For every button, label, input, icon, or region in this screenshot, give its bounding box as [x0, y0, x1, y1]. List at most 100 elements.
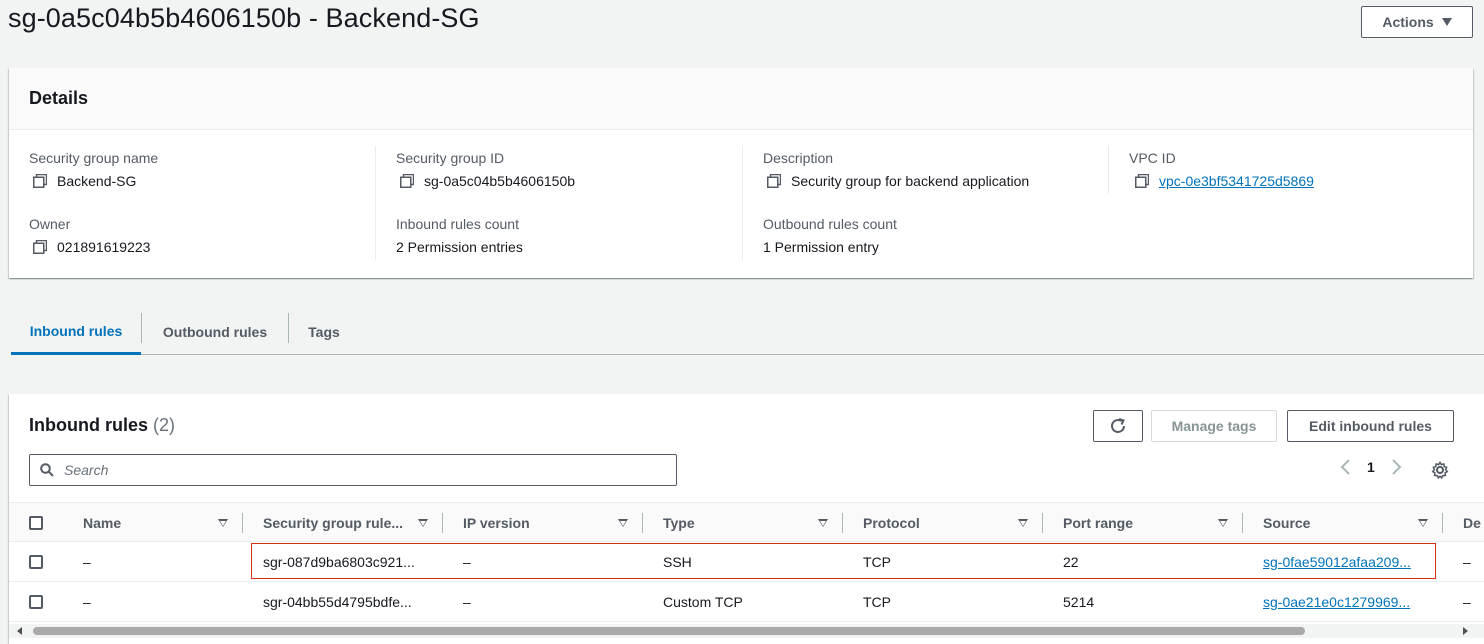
tab-tags[interactable]: Tags — [289, 309, 359, 355]
cell-ip-version: – — [463, 554, 471, 570]
column-header-port-range[interactable]: Port range — [1063, 503, 1133, 543]
sort-icon[interactable] — [618, 519, 628, 527]
page-number[interactable]: 1 — [1367, 459, 1375, 475]
actions-button[interactable]: Actions — [1361, 6, 1473, 38]
tab-inbound-rules[interactable]: Inbound rules — [11, 309, 141, 355]
cell-name: – — [83, 554, 91, 570]
sort-icon[interactable] — [818, 519, 828, 527]
cell-source: sg-0ae21e0c1279969... — [1263, 582, 1410, 622]
field-description: Description Security group for backend a… — [763, 150, 1029, 189]
field-owner: Owner 021891619223 — [29, 216, 150, 255]
vpc-id-link[interactable]: vpc-0e3bf5341725d5869 — [1159, 173, 1314, 189]
source-link[interactable]: sg-0ae21e0c1279969... — [1263, 594, 1410, 610]
column-header-type[interactable]: Type — [663, 503, 695, 543]
actions-label: Actions — [1382, 14, 1434, 30]
row-checkbox[interactable] — [29, 555, 43, 569]
copy-icon[interactable] — [33, 240, 47, 254]
tab-outbound-rules[interactable]: Outbound rules — [142, 309, 288, 355]
cell-description: – — [1463, 554, 1471, 570]
page-title: sg-0a5c04b5b4606150b - Backend-SG — [8, 3, 480, 33]
search-bar — [29, 454, 677, 486]
cell-protocol: TCP — [863, 554, 891, 570]
copy-icon[interactable] — [33, 174, 47, 188]
field-label: Security group ID — [396, 150, 505, 166]
cell-rule-id: sgr-04bb55d4795bdfe... — [263, 594, 412, 610]
column-header-rule-id[interactable]: Security group rule... — [263, 503, 403, 543]
cell-type: Custom TCP — [663, 594, 743, 610]
copy-icon[interactable] — [400, 174, 414, 188]
sort-icon[interactable] — [1018, 519, 1028, 527]
search-input[interactable] — [64, 462, 654, 478]
column-header-protocol[interactable]: Protocol — [863, 503, 920, 543]
field-label: VPC ID — [1129, 150, 1176, 166]
field-outbound-rules-count: Outbound rules count 1 Permission entry — [763, 216, 897, 255]
field-security-group-name: Security group name Backend-SG — [29, 150, 158, 189]
copy-icon[interactable] — [1135, 174, 1149, 188]
field-label: Security group name — [29, 150, 159, 166]
column-header-description[interactable]: De — [1463, 503, 1481, 543]
copy-icon[interactable] — [767, 174, 781, 188]
description-value: Security group for backend application — [791, 173, 1030, 189]
outbound-rules-count-value: 1 Permission entry — [763, 239, 879, 255]
gear-icon[interactable] — [1431, 461, 1449, 479]
details-panel: Details Security group name Backend-SG O… — [9, 68, 1473, 278]
details-column-3: Description Security group for backend a… — [742, 146, 1102, 260]
horizontal-scrollbar[interactable] — [9, 624, 1484, 638]
sort-icon[interactable] — [1218, 519, 1228, 527]
column-header-ip-version[interactable]: IP version — [463, 503, 530, 543]
scrollbar-thumb[interactable] — [33, 627, 1305, 635]
table-header: Name Security group rule... IP version T… — [9, 502, 1484, 542]
cell-description: – — [1463, 594, 1471, 610]
cell-protocol: TCP — [863, 594, 891, 610]
chevron-right-icon[interactable] — [1389, 458, 1403, 476]
security-group-id-value: sg-0a5c04b5b4606150b — [424, 173, 576, 189]
cell-rule-id: sgr-087d9ba6803c921... — [263, 554, 415, 570]
cell-type: SSH — [663, 554, 692, 570]
cell-source: sg-0fae59012afaa209... — [1263, 542, 1411, 582]
details-column-4: VPC ID vpc-0e3bf5341725d5869 — [1108, 146, 1468, 194]
scroll-left-icon[interactable] — [17, 627, 22, 635]
refresh-icon — [1111, 418, 1125, 433]
scroll-right-icon[interactable] — [1463, 627, 1468, 635]
column-header-source[interactable]: Source — [1263, 503, 1310, 543]
field-label: Outbound rules count — [763, 216, 897, 232]
pagination: 1 — [1339, 458, 1403, 476]
row-checkbox[interactable] — [29, 595, 43, 609]
inbound-rules-title: Inbound rules (2) — [29, 415, 175, 436]
inbound-rules-table: Name Security group rule... IP version T… — [9, 502, 1484, 622]
inbound-rules-panel: Inbound rules (2) Manage tags Edit inbou… — [9, 394, 1484, 644]
inbound-rules-heading: Inbound rules — [29, 415, 148, 435]
search-icon — [40, 463, 54, 477]
sort-icon[interactable] — [218, 519, 228, 527]
field-label: Inbound rules count — [396, 216, 519, 232]
cell-port-range: 5214 — [1063, 594, 1095, 610]
manage-tags-button[interactable]: Manage tags — [1151, 410, 1277, 442]
field-label: Description — [763, 150, 834, 166]
cell-port-range: 22 — [1063, 554, 1079, 570]
caret-down-icon — [1441, 18, 1452, 26]
edit-inbound-rules-button[interactable]: Edit inbound rules — [1287, 410, 1454, 442]
inbound-rules-count: (2) — [153, 415, 176, 435]
field-label: Owner — [29, 216, 71, 232]
table-row[interactable]: – sgr-04bb55d4795bdfe... – Custom TCP TC… — [9, 582, 1484, 622]
field-security-group-id: Security group ID sg-0a5c04b5b4606150b — [396, 150, 575, 189]
security-group-name-value: Backend-SG — [57, 173, 137, 189]
tab-bar: Inbound rules Outbound rules Tags — [11, 309, 1484, 355]
field-vpc-id: VPC ID vpc-0e3bf5341725d5869 — [1129, 150, 1314, 189]
sort-icon[interactable] — [418, 519, 428, 527]
table-row[interactable]: – sgr-087d9ba6803c921... – SSH TCP 22 sg… — [9, 542, 1484, 582]
refresh-button[interactable] — [1093, 410, 1143, 442]
cell-name: – — [83, 594, 91, 610]
source-link[interactable]: sg-0fae59012afaa209... — [1263, 554, 1411, 570]
column-header-name[interactable]: Name — [83, 503, 121, 543]
select-all-checkbox[interactable] — [29, 516, 43, 530]
cell-ip-version: – — [463, 594, 471, 610]
sort-icon[interactable] — [1418, 519, 1428, 527]
details-column-2: Security group ID sg-0a5c04b5b4606150b I… — [375, 146, 735, 260]
field-inbound-rules-count: Inbound rules count 2 Permission entries — [396, 216, 523, 255]
inbound-rules-count-value: 2 Permission entries — [396, 239, 523, 255]
chevron-left-icon[interactable] — [1339, 458, 1353, 476]
owner-value: 021891619223 — [57, 239, 151, 255]
details-header: Details — [9, 68, 1473, 130]
selected-row-highlight — [251, 543, 1436, 579]
